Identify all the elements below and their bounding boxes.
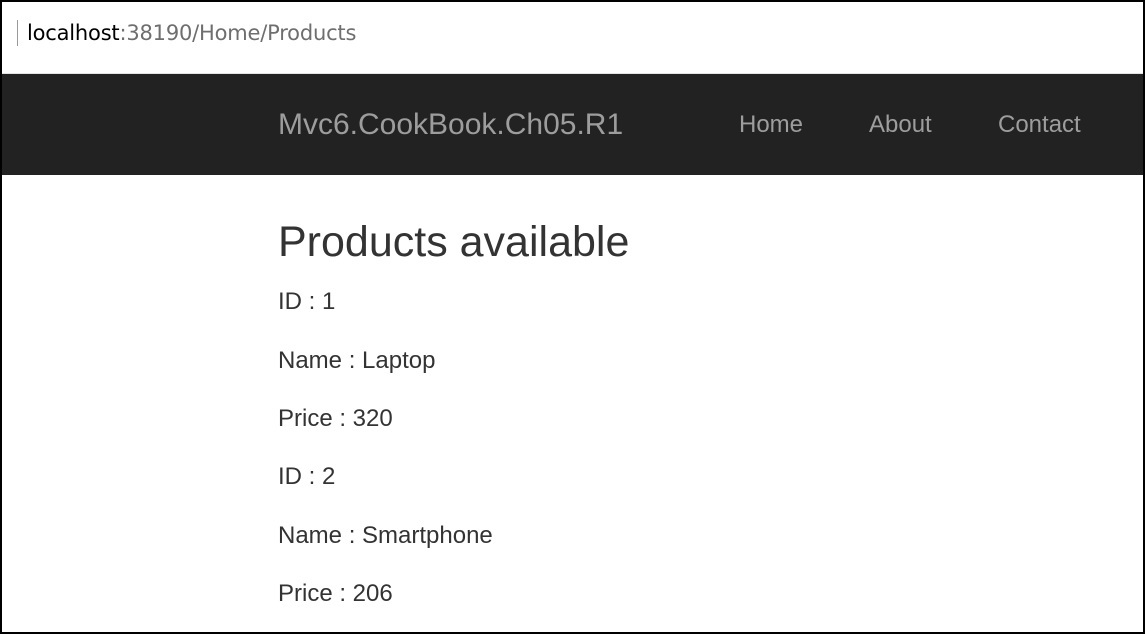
address-bar[interactable]: localhost:38190/Home/Products — [2, 2, 1143, 74]
text-cursor — [17, 20, 18, 46]
product-price: Price : 320 — [278, 405, 393, 432]
product-name: Name : Smartphone — [278, 522, 493, 549]
browser-window: localhost:38190/Home/Products Mvc6.CookB… — [0, 0, 1145, 634]
nav-link-about[interactable]: About — [869, 74, 932, 175]
product-id: ID : 2 — [278, 463, 336, 490]
top-navbar: Mvc6.CookBook.Ch05.R1 Home About Contact — [2, 74, 1143, 175]
url-host: localhost — [27, 21, 120, 45]
brand-link[interactable]: Mvc6.CookBook.Ch05.R1 — [278, 74, 623, 175]
url-path: :38190/Home/Products — [119, 21, 357, 45]
nav-link-home[interactable]: Home — [739, 74, 803, 175]
url-text[interactable]: localhost:38190/Home/Products — [27, 20, 356, 46]
product-id: ID : 1 — [278, 288, 336, 315]
page-title: Products available — [278, 218, 630, 266]
product-price: Price : 206 — [278, 580, 393, 607]
nav-link-contact[interactable]: Contact — [998, 74, 1081, 175]
product-name: Name : Laptop — [278, 347, 436, 374]
